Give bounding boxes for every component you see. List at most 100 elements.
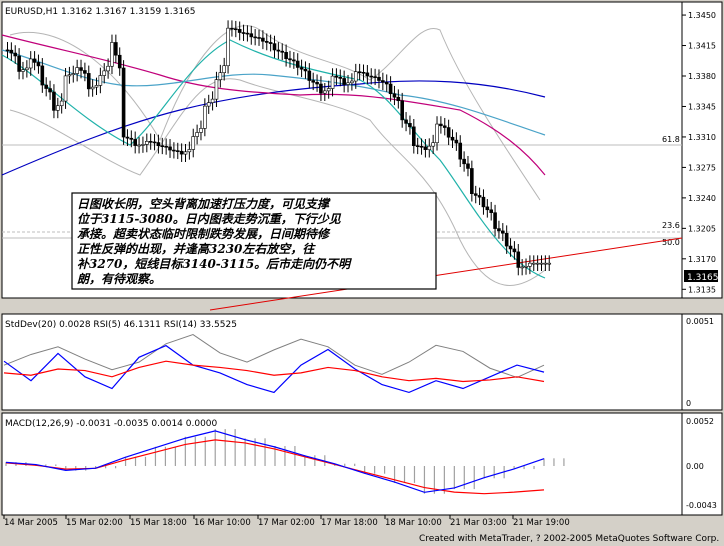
candle-body <box>342 78 346 85</box>
candle-body <box>377 76 381 81</box>
time-tick-label: 17 Mar 02:00 <box>258 518 315 528</box>
candle-body <box>272 43 277 51</box>
candle-body <box>175 150 180 152</box>
candle-body <box>264 40 269 43</box>
price-tick-label: 1.3205 <box>688 224 716 233</box>
candle-body <box>148 141 153 143</box>
price-tick-label: 1.3415 <box>688 42 716 51</box>
candle-body <box>276 49 281 52</box>
candle-body <box>133 139 137 146</box>
time-tick-label: 15 Mar 18:00 <box>130 518 187 528</box>
candle-body <box>292 59 296 62</box>
candle-body <box>32 58 37 63</box>
candle-body <box>427 145 432 150</box>
candle-body <box>9 49 14 54</box>
candle-body <box>477 195 482 198</box>
candle-body <box>404 119 408 124</box>
candle-body <box>535 262 540 265</box>
candle-body <box>5 49 10 52</box>
candle-body <box>299 67 304 70</box>
candle-body <box>117 54 122 69</box>
candle-body <box>90 86 95 90</box>
candle-body <box>338 76 343 79</box>
time-axis-ticks: 14 Mar 2005 15 Mar 02:00 15 Mar 18:00 16 Ma… <box>3 515 570 528</box>
candle-body <box>485 206 490 211</box>
candle-body <box>245 32 250 35</box>
candle-body <box>288 58 292 61</box>
time-tick-label: 16 Mar 10:00 <box>194 518 251 528</box>
candle-body <box>179 150 184 155</box>
candle-body <box>98 75 103 86</box>
candle-body <box>63 75 68 102</box>
candle-body <box>489 209 493 213</box>
price-tick-label: 1.3380 <box>688 72 716 81</box>
rsi-axis <box>681 313 723 411</box>
candle-body <box>28 58 33 69</box>
candle-body <box>307 70 312 81</box>
annotation-line-1: 日图收长阴，空头背离加速打压力度，可见支撑 <box>77 197 331 211</box>
candle-body <box>75 67 79 74</box>
candle-body <box>17 55 21 72</box>
candle-body <box>261 37 265 42</box>
candle-body <box>253 36 257 39</box>
rsi-panel-title: StdDev(20) 0.0028 RSI(5) 46.1311 RSI(14)… <box>5 320 237 330</box>
footer-credit: Created with MetaTrader, ? 2002-2005 Met… <box>419 534 719 544</box>
candle-body <box>431 142 435 147</box>
candle-body <box>59 100 64 107</box>
current-price-label: 1.3165 <box>687 273 719 283</box>
candle-body <box>40 65 45 86</box>
candle-body <box>218 72 223 80</box>
candle-body <box>357 71 362 74</box>
candle-body <box>183 151 188 155</box>
candle-body <box>381 80 385 83</box>
candle-body <box>419 145 424 148</box>
candle-body <box>280 50 285 53</box>
candle-body <box>67 74 72 77</box>
candle-body <box>79 67 83 71</box>
candle-body <box>145 141 149 145</box>
candle-body <box>493 212 497 229</box>
price-tick-label: 1.3170 <box>688 255 716 264</box>
candle-body <box>210 98 215 103</box>
candle-body <box>516 251 521 268</box>
candle-body <box>353 71 358 82</box>
candle-body <box>466 163 470 169</box>
candle-body <box>114 42 118 56</box>
candle-body <box>470 168 474 195</box>
macd-axis-tick-zero: 0.00 <box>686 462 704 471</box>
candle-body <box>384 81 389 85</box>
candle-body <box>102 70 107 76</box>
candle-body <box>160 145 165 148</box>
candle-body <box>543 262 548 265</box>
candle-body <box>323 90 327 94</box>
candle-body <box>473 193 478 196</box>
annotation-line-3: 承接。超卖状态临时限制跌势发展，日间期待修 <box>77 227 331 241</box>
candle-body <box>365 72 370 77</box>
candle-body <box>237 29 242 33</box>
candle-body <box>195 132 199 137</box>
fib-label-61.8: 61.8 <box>662 135 680 144</box>
candle-body <box>435 123 439 143</box>
rsi-axis-tick-top: 0.0051 <box>686 317 714 326</box>
symbol-header: EURUSD,H1 1.3162 1.3167 1.3159 1.3165 <box>5 7 196 17</box>
candle-body <box>129 137 134 140</box>
time-tick-label: 17 Mar 18:00 <box>321 518 378 528</box>
candle-body <box>423 146 428 150</box>
candle-body <box>83 70 87 74</box>
candle-body <box>524 266 528 268</box>
time-tick-label: 15 Mar 02:00 <box>66 518 123 528</box>
candle-body <box>71 73 76 76</box>
annotation-line-6: 朗，有待观察。 <box>77 272 161 286</box>
candle-body <box>156 142 161 147</box>
time-tick-label: 21 Mar 19:00 <box>513 518 570 528</box>
candle-body <box>295 60 300 68</box>
candle-body <box>373 76 377 78</box>
candle-body <box>334 75 339 78</box>
candle-body <box>481 196 486 208</box>
candle-body <box>241 32 246 34</box>
macd-axis-tick-top: 0.0052 <box>686 417 714 426</box>
candle-body <box>249 33 254 38</box>
fib-label-23.6: 23.6 <box>662 221 680 230</box>
metatrader-chart-window: EURUSD,H1 1.3162 1.3167 1.3159 1.3165 61… <box>1 1 723 544</box>
candle-body <box>121 67 126 138</box>
